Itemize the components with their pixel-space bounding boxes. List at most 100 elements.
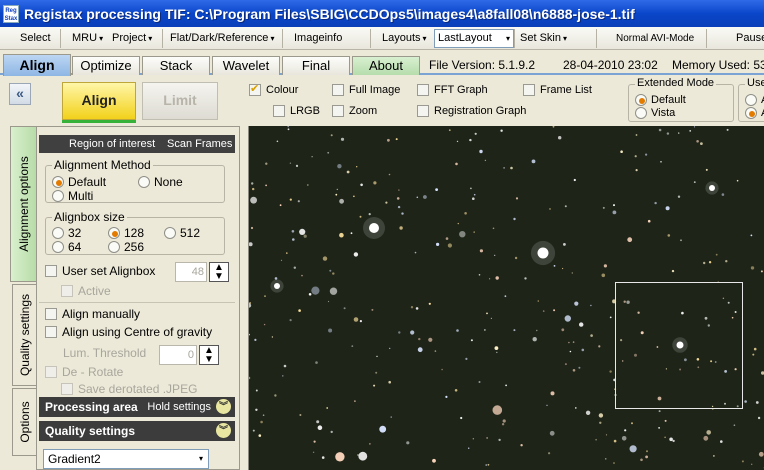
checkbox-checked-icon	[249, 82, 261, 96]
alignbox-512-radio[interactable]: 512	[164, 226, 200, 240]
quality-method-select[interactable]: Gradient2 ▾	[43, 449, 209, 469]
active-label: Active	[78, 284, 111, 298]
quality-method-value: Gradient2	[48, 452, 101, 466]
menu-imageinfo[interactable]: Imageinfo	[290, 30, 346, 47]
menu-mru[interactable]: MRU ▾	[68, 30, 107, 47]
sidetab-quality-settings[interactable]: Quality settings	[12, 284, 36, 386]
menu-layouts[interactable]: Layouts ▾	[378, 30, 431, 47]
normal-avi-mode-button[interactable]: Normal AVI-Mode	[612, 30, 698, 47]
title-bar: Reg Stax Registax processing TIF: C:\Pro…	[0, 0, 764, 27]
chevron-down-icon: ▾	[198, 454, 203, 463]
frame-list-label: Frame List	[540, 84, 592, 96]
chevron-down-icon: ▾	[148, 34, 153, 43]
menu-separator	[282, 29, 283, 48]
menu-flat-dark-reference-label: Flat/Dark/Reference	[170, 32, 269, 44]
menu-project[interactable]: Project ▾	[108, 30, 156, 47]
expand-chevron-icon[interactable]: ︾	[216, 399, 231, 414]
tab-stack[interactable]: Stack	[142, 56, 210, 75]
alignment-box[interactable]	[615, 282, 743, 409]
user-set-alignbox-label: User set Alignbox	[62, 264, 156, 278]
lum-threshold-spinner[interactable]: ▲ ▼	[199, 345, 219, 365]
zoom-checkbox[interactable]: Zoom	[332, 105, 377, 117]
quality-settings-header[interactable]: Quality settings ︾	[39, 421, 235, 441]
collapse-panel-button[interactable]: «	[9, 83, 31, 105]
user-alignbox-size-field[interactable]: 48	[175, 262, 207, 282]
alignbox-256-radio[interactable]: 256	[108, 240, 144, 254]
tab-about[interactable]: About	[352, 56, 420, 75]
alignbox-64-label: 64	[68, 240, 82, 254]
main-tabs: Align Optimize Stack Wavelet Final About…	[0, 51, 764, 76]
pause-label: Pause	[736, 32, 764, 44]
menu-layouts-label: Layouts	[382, 32, 421, 44]
de-rotate-checkbox[interactable]: De - Rotate	[45, 365, 123, 379]
alignment-none-radio[interactable]: None	[138, 175, 183, 189]
lum-threshold-label: Lum. Threshold	[63, 346, 147, 360]
alignment-multi-radio[interactable]: Multi	[52, 189, 93, 203]
limit-button[interactable]: Limit	[142, 82, 218, 120]
tab-final[interactable]: Final	[282, 56, 350, 75]
use-option-radio-2[interactable]: A	[745, 107, 764, 119]
active-checkbox[interactable]: Active	[61, 284, 111, 298]
alignbox-128-radio[interactable]: 128	[108, 226, 144, 240]
frame-list-checkbox[interactable]: Frame List	[523, 84, 592, 96]
normal-avi-mode-label: Normal AVI-Mode	[616, 33, 695, 44]
checkbox-icon	[417, 105, 429, 117]
alignment-default-radio[interactable]: Default	[52, 175, 106, 189]
radio-icon	[635, 107, 647, 119]
extended-mode-group: Extended Mode Default Vista	[628, 77, 734, 122]
scan-frames-button[interactable]: Scan Frames	[167, 135, 232, 153]
registration-graph-checkbox[interactable]: Registration Graph	[417, 105, 526, 117]
image-preview[interactable]	[248, 126, 764, 470]
radio-icon	[52, 227, 64, 239]
menu-flat-dark-reference[interactable]: Flat/Dark/Reference ▾	[166, 30, 278, 47]
sidetab-alignment-options[interactable]: Alignment options	[10, 126, 36, 282]
fft-graph-checkbox[interactable]: FFT Graph	[417, 84, 488, 96]
alignbox-32-radio[interactable]: 32	[52, 226, 81, 240]
alignbox-size-group: Alignbox size 32 128 512 64 256	[45, 210, 225, 255]
lum-threshold-field[interactable]: 0	[159, 345, 197, 365]
extended-mode-default-radio[interactable]: Default	[635, 94, 686, 106]
menu-set-skin[interactable]: Set Skin ▾	[516, 30, 571, 47]
tab-optimize[interactable]: Optimize	[72, 56, 140, 75]
radio-selected-icon	[52, 176, 64, 188]
radio-selected-icon	[108, 227, 120, 239]
radio-icon	[745, 94, 757, 106]
quality-settings-label: Quality settings	[45, 424, 136, 438]
checkbox-icon	[273, 105, 285, 117]
alignbox-128-label: 128	[124, 226, 145, 240]
lrgb-checkbox[interactable]: LRGB	[273, 105, 320, 117]
roi-header: Region of interest Scan Frames	[39, 135, 235, 153]
align-progress-bar	[62, 120, 136, 123]
checkbox-icon	[45, 265, 57, 277]
alignbox-spinner[interactable]: ▲ ▼	[209, 262, 229, 282]
chevron-down-icon: ▾	[422, 34, 427, 43]
align-button[interactable]: Align	[62, 82, 136, 120]
tab-wavelet[interactable]: Wavelet	[212, 56, 280, 75]
user-set-alignbox-checkbox[interactable]: User set Alignbox	[45, 264, 155, 278]
extended-vista-label: Vista	[651, 107, 676, 119]
extended-mode-vista-radio[interactable]: Vista	[635, 107, 675, 119]
menu-select[interactable]: Select	[16, 30, 55, 47]
align-centre-gravity-checkbox[interactable]: Align using Centre of gravity	[45, 325, 212, 339]
full-image-checkbox[interactable]: Full Image	[332, 84, 400, 96]
alignment-options-panel: Region of interest Scan Frames Alignment…	[36, 126, 240, 470]
alignbox-64-radio[interactable]: 64	[52, 240, 81, 254]
tab-align[interactable]: Align	[3, 54, 71, 76]
checkbox-icon	[332, 84, 344, 96]
menu-separator	[60, 29, 61, 48]
save-derotated-checkbox[interactable]: Save derotated .JPEG	[61, 383, 197, 395]
region-of-interest-button[interactable]: Region of interest	[69, 135, 155, 153]
menu-separator	[370, 29, 371, 48]
layout-select[interactable]: LastLayout ▾	[434, 29, 514, 48]
colour-checkbox[interactable]: Colour	[249, 82, 298, 96]
pause-button[interactable]: Pause	[732, 30, 764, 47]
side-tabs: Alignment options Quality settings Optio…	[8, 126, 36, 470]
processing-area-label: Processing area	[45, 400, 138, 414]
sidetab-options[interactable]: Options	[12, 388, 36, 456]
expand-chevron-icon[interactable]: ︾	[216, 423, 231, 438]
hold-settings-label[interactable]: Hold settings	[147, 397, 211, 417]
align-manually-checkbox[interactable]: Align manually	[45, 307, 140, 321]
use-option-radio[interactable]: A	[745, 94, 764, 106]
checkbox-icon	[417, 84, 429, 96]
processing-area-header[interactable]: Processing area Hold settings ︾	[39, 397, 235, 417]
